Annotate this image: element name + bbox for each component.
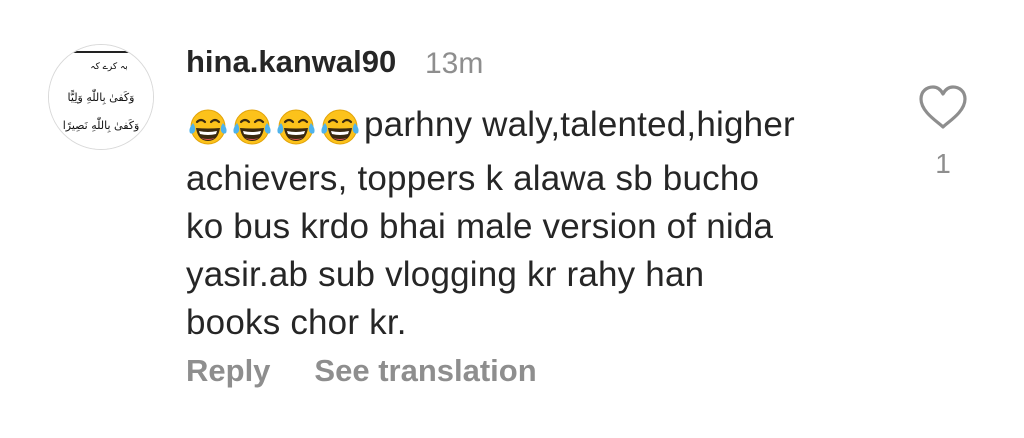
see-translation-button[interactable]: See translation — [314, 353, 536, 388]
like-count: 1 — [935, 148, 951, 179]
timestamp: 13m — [425, 47, 484, 80]
comment-text-line: books chor kr. — [186, 303, 407, 342]
comment-text-line: ko bus krdo bhai male version of nida — [186, 207, 774, 246]
laughing-tears-icon — [230, 107, 274, 147]
laughing-tears-icon — [318, 107, 362, 147]
laughing-tears-icon — [186, 107, 230, 147]
comment-text: parhny waly,talented,higher achievers, t… — [186, 101, 886, 347]
comment-actions: Reply See translation — [186, 349, 537, 393]
avatar[interactable]: بہ کرے کہ وَكَفىٰ بِاللّٰهِ وَلِيًّا وَك… — [48, 44, 154, 150]
reply-button[interactable]: Reply — [186, 353, 270, 388]
heart-icon — [919, 85, 967, 129]
comment-text-line: parhny waly,talented,higher — [364, 105, 795, 144]
comment-line-1: parhny waly,talented,higher — [186, 101, 886, 155]
username[interactable]: hina.kanwal90 — [186, 40, 396, 84]
like-button[interactable] — [918, 84, 968, 130]
comment-text-line: yasir.ab sub vlogging kr rahy han — [186, 255, 705, 294]
comment-item: بہ کرے کہ وَكَفىٰ بِاللّٰهِ وَلِيًّا وَك… — [0, 0, 1024, 438]
comment-text-line: achievers, toppers k alawa sb bucho — [186, 159, 760, 198]
emoji-row — [186, 107, 362, 155]
avatar-text-1: بہ کرے کہ — [90, 62, 128, 72]
laughing-tears-icon — [274, 107, 318, 147]
avatar-text-2: وَكَفىٰ بِاللّٰهِ وَلِيًّا — [68, 88, 135, 105]
avatar-text-3: وَكَفىٰ بِاللّٰهِ نَصِيرًا — [63, 116, 140, 133]
avatar-image: بہ کرے کہ وَكَفىٰ بِاللّٰهِ وَلِيًّا وَك… — [49, 45, 153, 149]
